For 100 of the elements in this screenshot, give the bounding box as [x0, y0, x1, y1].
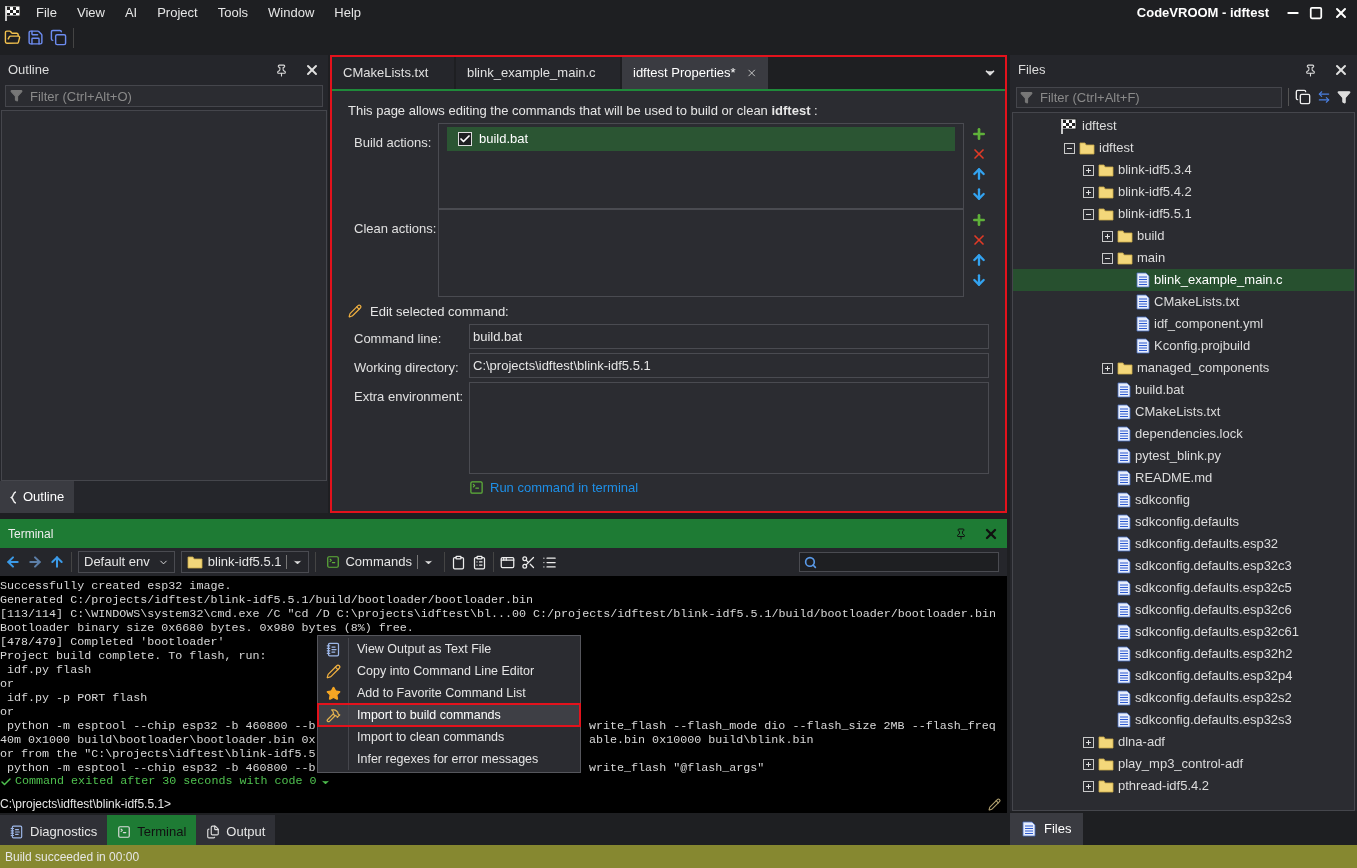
- tree-item[interactable]: idftest: [1013, 137, 1354, 159]
- tree-item[interactable]: Kconfig.projbuild: [1013, 335, 1354, 357]
- tree-item[interactable]: CMakeLists.txt: [1013, 291, 1354, 313]
- text-field[interactable]: build.bat: [469, 324, 989, 349]
- tree-item[interactable]: blink_example_main.c: [1013, 269, 1354, 291]
- tree-item[interactable]: sdkconfig.defaults.esp32c6: [1013, 599, 1354, 621]
- expand-icon[interactable]: [1083, 186, 1094, 198]
- expand-icon[interactable]: [1083, 780, 1094, 792]
- up-icon[interactable]: [49, 554, 65, 570]
- expand-icon[interactable]: [1102, 230, 1113, 242]
- folder-dropdown[interactable]: blink-idf5.5.1: [180, 551, 310, 573]
- filter-icon[interactable]: [1337, 90, 1351, 104]
- tree-item[interactable]: sdkconfig.defaults.esp32p4: [1013, 665, 1354, 687]
- expand-icon[interactable]: [1083, 164, 1094, 176]
- tree-item[interactable]: pytest_blink.py: [1013, 445, 1354, 467]
- document-icon: [1117, 382, 1131, 398]
- window-icon[interactable]: [499, 554, 515, 570]
- context-menu-item[interactable]: View Output as Text File: [318, 638, 580, 660]
- menu-item[interactable]: View: [66, 2, 115, 23]
- context-menu-item[interactable]: Copy into Command Line Editor: [318, 660, 580, 682]
- clipboard-list-icon[interactable]: [471, 554, 487, 570]
- editor-tab[interactable]: blink_example_main.c: [456, 57, 620, 89]
- scissors-icon[interactable]: [520, 554, 536, 570]
- search-field[interactable]: [799, 552, 999, 572]
- tree-item[interactable]: build: [1013, 225, 1354, 247]
- forward-icon[interactable]: [27, 554, 43, 570]
- tree-item[interactable]: play_mp3_control-adf: [1013, 753, 1354, 775]
- filter-field[interactable]: Filter (Ctrl+Alt+F): [1016, 86, 1282, 108]
- add-icon[interactable]: [971, 211, 987, 228]
- sync-icon[interactable]: [1317, 90, 1331, 104]
- tree-item[interactable]: sdkconfig.defaults.esp32: [1013, 533, 1354, 555]
- tree-item[interactable]: sdkconfig.defaults.esp32h2: [1013, 643, 1354, 665]
- star-icon: [325, 685, 341, 701]
- move-up-icon[interactable]: [971, 251, 987, 268]
- copy-icon[interactable]: [1295, 89, 1311, 105]
- back-icon[interactable]: [5, 554, 21, 570]
- move-down-icon[interactable]: [971, 185, 987, 202]
- tree-item[interactable]: build.bat: [1013, 379, 1354, 401]
- expand-icon[interactable]: [1083, 736, 1094, 748]
- clipboard-icon[interactable]: [450, 554, 466, 570]
- filter-field[interactable]: Filter (Ctrl+Alt+O): [5, 85, 323, 107]
- expand-icon[interactable]: [1102, 362, 1113, 374]
- tree-item[interactable]: sdkconfig: [1013, 489, 1354, 511]
- context-menu-item[interactable]: Import to build commands: [318, 704, 580, 726]
- pencil-icon[interactable]: [988, 797, 1001, 811]
- text-field[interactable]: C:\projects\idftest\blink-idf5.5.1: [469, 353, 989, 378]
- menu-item[interactable]: AI: [114, 2, 148, 23]
- tree-item[interactable]: blink-idf5.4.2: [1013, 181, 1354, 203]
- context-menu-item[interactable]: Import to clean commands: [318, 726, 580, 748]
- tree-item[interactable]: README.md: [1013, 467, 1354, 489]
- collapse-icon[interactable]: [1083, 208, 1094, 220]
- close-icon[interactable]: [304, 62, 320, 78]
- open-folder-icon[interactable]: [4, 29, 21, 46]
- tree-item[interactable]: pthread-idf5.4.2: [1013, 775, 1354, 797]
- menu-item[interactable]: Tools: [207, 2, 259, 23]
- commands-dropdown[interactable]: Commands: [322, 551, 438, 573]
- pin-icon[interactable]: [275, 63, 288, 77]
- editor-tab[interactable]: CMakeLists.txt: [332, 57, 454, 89]
- editor-tab[interactable]: idftest Properties*: [622, 57, 768, 89]
- menu-item[interactable]: Project: [147, 2, 208, 23]
- tree-item[interactable]: dlna-adf: [1013, 731, 1354, 753]
- tree-item[interactable]: CMakeLists.txt: [1013, 401, 1354, 423]
- tree-item[interactable]: idftest: [1013, 115, 1354, 137]
- tree-item[interactable]: managed_components: [1013, 357, 1354, 379]
- action-item[interactable]: build.bat: [447, 126, 955, 151]
- save-all-icon[interactable]: [50, 29, 67, 46]
- tree-item[interactable]: idf_component.yml: [1013, 313, 1354, 335]
- run-command-link[interactable]: Run command in terminal: [490, 478, 639, 498]
- tree-item[interactable]: blink-idf5.3.4: [1013, 159, 1354, 181]
- menu-item[interactable]: Window: [258, 2, 325, 23]
- pin-icon[interactable]: [1304, 63, 1317, 77]
- tree-item[interactable]: sdkconfig.defaults.esp32s2: [1013, 687, 1354, 709]
- tree-item[interactable]: dependencies.lock: [1013, 423, 1354, 445]
- context-menu-item[interactable]: Add to Favorite Command List: [318, 682, 580, 704]
- collapse-icon[interactable]: [1064, 142, 1075, 154]
- maximize-icon[interactable]: [1309, 5, 1323, 20]
- move-down-icon[interactable]: [971, 271, 987, 288]
- environment-dropdown[interactable]: Default env: [78, 551, 175, 573]
- menu-item[interactable]: Help: [324, 2, 372, 23]
- add-icon[interactable]: [971, 125, 987, 142]
- move-up-icon[interactable]: [971, 165, 987, 182]
- tree-item[interactable]: sdkconfig.defaults.esp32c61: [1013, 621, 1354, 643]
- tree-item[interactable]: sdkconfig.defaults.esp32c5: [1013, 577, 1354, 599]
- expand-icon[interactable]: [1083, 758, 1094, 770]
- panel-tab[interactable]: Outline: [0, 481, 75, 513]
- tree-item[interactable]: sdkconfig.defaults: [1013, 511, 1354, 533]
- close-icon[interactable]: [1333, 62, 1349, 78]
- document-icon: [1117, 690, 1131, 706]
- checkbox[interactable]: [458, 131, 472, 146]
- hammer-icon: [325, 707, 341, 723]
- tree-item[interactable]: sdkconfig.defaults.esp32s3: [1013, 709, 1354, 731]
- collapse-icon[interactable]: [1102, 252, 1113, 264]
- tree-item[interactable]: sdkconfig.defaults.esp32c3: [1013, 555, 1354, 577]
- save-icon[interactable]: [27, 29, 44, 46]
- panel-tab[interactable]: Files: [1010, 813, 1084, 845]
- context-menu-item[interactable]: Infer regexes for error messages: [318, 748, 580, 770]
- tree-item[interactable]: main: [1013, 247, 1354, 269]
- list-icon[interactable]: [541, 554, 557, 570]
- menu-item[interactable]: File: [26, 2, 67, 23]
- tree-item[interactable]: blink-idf5.5.1: [1013, 203, 1354, 225]
